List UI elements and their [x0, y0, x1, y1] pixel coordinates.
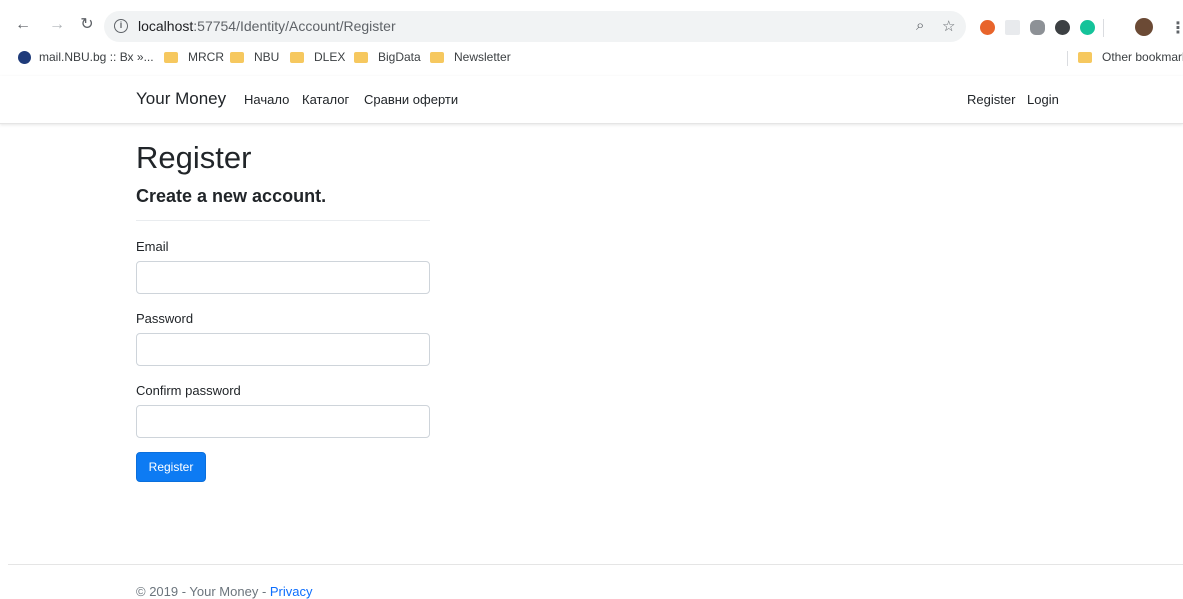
grammarly-icon[interactable] — [1080, 20, 1095, 35]
bookmarks-bar: mail.NBU.bg :: Вх »... MRCR NBU DLEX Big… — [0, 46, 1183, 70]
zoom-icon[interactable]: ⌕ — [916, 17, 924, 34]
footer-copyright: © 2019 - Your Money - — [136, 584, 270, 599]
privacy-link[interactable]: Privacy — [270, 584, 313, 599]
password-label: Password — [136, 311, 194, 326]
browser-toolbar: ← → ↻ i localhost:57754/Identity/Account… — [0, 8, 1183, 44]
nav-link-catalog[interactable]: Каталог — [302, 92, 349, 107]
password-field[interactable] — [136, 333, 430, 366]
confirm-password-label: Confirm password — [136, 383, 241, 398]
page-subtitle: Create a new account. — [136, 186, 327, 206]
address-bar[interactable]: i localhost:57754/Identity/Account/Regis… — [104, 11, 966, 42]
nav-link-register[interactable]: Register — [967, 92, 1015, 107]
bookmark-star-icon[interactable]: ☆ — [942, 17, 955, 35]
folder-icon — [354, 51, 368, 63]
bookmark-item[interactable]: Newsletter — [430, 50, 511, 64]
extension-icon-orange[interactable] — [980, 20, 995, 35]
email-field[interactable] — [136, 261, 430, 294]
folder-icon — [230, 51, 244, 63]
nbu-logo-icon — [18, 50, 31, 64]
extension-icon-blank[interactable] — [1005, 20, 1020, 35]
bookmark-item[interactable]: BigData — [354, 50, 421, 64]
nav-link-home[interactable]: Начало — [244, 92, 289, 107]
extension-icon-g-dark[interactable] — [1055, 20, 1070, 35]
folder-icon — [1078, 51, 1092, 63]
register-button[interactable]: Register — [136, 452, 206, 482]
folder-icon — [164, 51, 178, 63]
url-text[interactable]: localhost:57754/Identity/Account/Registe… — [138, 18, 396, 34]
brand-link[interactable]: Your Money — [136, 89, 226, 109]
forward-icon[interactable]: → — [48, 16, 66, 34]
bookmark-item[interactable]: NBU — [230, 50, 279, 64]
footer-divider — [8, 564, 1183, 565]
bookmark-item[interactable]: MRCR — [164, 50, 224, 64]
browser-menu-icon[interactable]: ⋮ — [1170, 18, 1183, 38]
reload-icon[interactable]: ↻ — [78, 16, 96, 34]
profile-avatar[interactable] — [1135, 18, 1153, 36]
nav-link-login[interactable]: Login — [1027, 92, 1059, 107]
confirm-password-field[interactable] — [136, 405, 430, 438]
footer: © 2019 - Your Money - Privacy — [136, 584, 313, 599]
nav-link-compare[interactable]: Сравни оферти — [364, 92, 458, 107]
toolbar-divider — [1103, 19, 1104, 37]
site-info-icon[interactable]: i — [114, 19, 128, 33]
bookmarks-divider — [1067, 51, 1068, 66]
bookmark-item[interactable]: DLEX — [290, 50, 345, 64]
other-bookmarks[interactable]: Other bookmarks — [1078, 50, 1183, 64]
email-label: Email — [136, 239, 169, 254]
folder-icon — [430, 51, 444, 63]
site-navbar: Your Money Начало Каталог Сравни оферти … — [0, 76, 1183, 124]
back-icon[interactable]: ← — [14, 16, 32, 34]
bookmark-item[interactable]: mail.NBU.bg :: Вх »... — [18, 50, 154, 64]
divider — [136, 220, 430, 221]
browser-chrome: ← → ↻ i localhost:57754/Identity/Account… — [0, 0, 1183, 72]
extension-icon-evernote[interactable] — [1030, 20, 1045, 35]
page-title: Register — [136, 140, 252, 175]
folder-icon — [290, 51, 304, 63]
